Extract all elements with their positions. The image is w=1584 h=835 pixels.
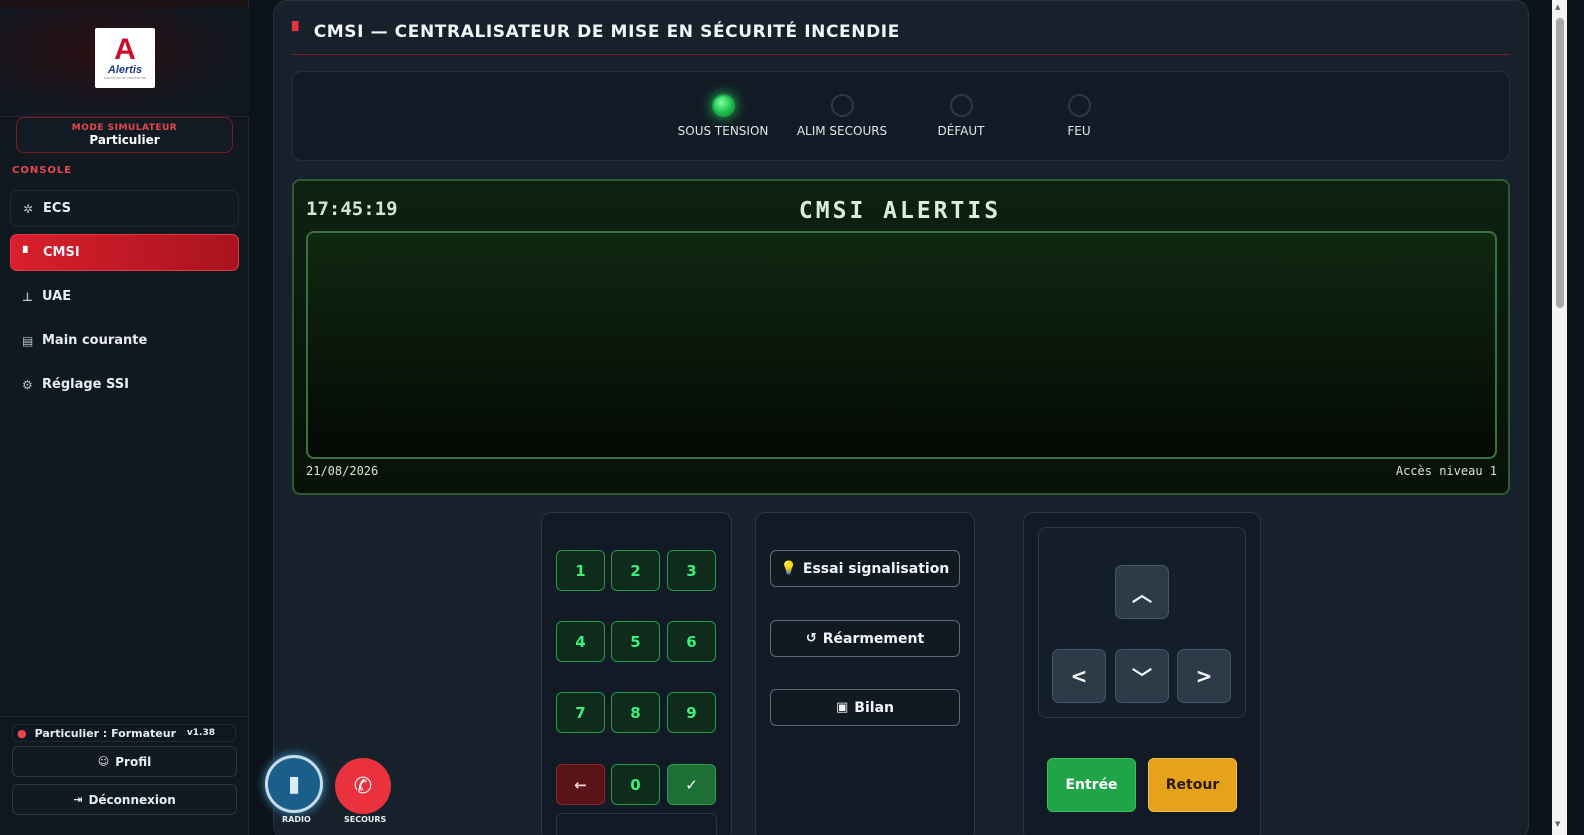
sitemap-icon: ⊥ — [22, 289, 33, 304]
lcd-title: CMSI ALERTIS — [798, 198, 1002, 224]
sidebar-item-cmsi[interactable]: ▘ CMSI — [10, 234, 239, 271]
led-label: ALIM SECOURS — [796, 124, 888, 138]
led-label: SOUS TENSION — [677, 124, 769, 138]
key-validate[interactable]: ✓ — [667, 764, 716, 805]
arrow-up-button[interactable]: ︿ — [1115, 565, 1169, 619]
lcd-access-level: Accès niveau 1 — [1395, 464, 1497, 478]
lcd-clock: 17:45:19 — [306, 198, 398, 220]
title-divider — [292, 54, 1510, 55]
scroll-up-icon[interactable]: ▲ — [1555, 3, 1560, 11]
logout-button[interactable]: ⇥ Déconnexion — [12, 784, 237, 815]
key-9[interactable]: 9 — [667, 692, 716, 733]
sidebar-item-ecs[interactable]: ✲ ECS — [10, 190, 239, 227]
clipboard-check-icon: ▣ — [836, 700, 849, 715]
fire-extinguisher-icon: ▘ — [23, 245, 33, 260]
chevron-left-icon: < — [1070, 664, 1088, 688]
sidebar-item-label: CMSI — [43, 245, 80, 260]
phone-icon: ✆ — [353, 773, 373, 799]
essai-label: Essai signalisation — [802, 560, 950, 577]
led-feu: FEU — [1019, 94, 1139, 138]
lcd-date: 21/08/2026 — [306, 464, 379, 478]
led-sous-tension: SOUS TENSION — [663, 94, 783, 138]
bilan-button[interactable]: ▣ Bilan — [770, 689, 960, 726]
key-backspace[interactable]: ← — [556, 764, 605, 805]
key-2[interactable]: 2 — [611, 550, 660, 591]
scroll-down-icon[interactable]: ▼ — [1555, 820, 1560, 828]
book-icon: ▤ — [22, 333, 34, 348]
radio-button[interactable]: ▮ — [265, 755, 323, 813]
led-label: FEU — [1067, 124, 1091, 138]
logo-subtitle: SOLUTIONS DE PRÉVENTION — [103, 76, 147, 80]
arrow-down-button[interactable]: ﹀ — [1115, 649, 1169, 703]
led-indicator — [1067, 94, 1091, 117]
walkie-talkie-icon: ▮ — [287, 771, 301, 797]
logout-label: Déconnexion — [88, 792, 176, 807]
key-6[interactable]: 6 — [667, 621, 716, 662]
essai-signalisation-button[interactable]: 💡 Essai signalisation — [770, 550, 960, 587]
key-5[interactable]: 5 — [611, 621, 660, 662]
scrollbar-thumb[interactable] — [1556, 18, 1564, 308]
lightbulb-icon: 💡 — [780, 561, 797, 576]
page-title-text: CMSI — CENTRALISATEUR DE MISE EN SÉCURIT… — [313, 22, 900, 42]
logout-icon: ⇥ — [73, 793, 83, 806]
sidebar-item-label: UAE — [42, 289, 72, 304]
user-icon: ● — [17, 726, 27, 740]
led-indicator — [949, 94, 973, 117]
rotate-left-icon: ↺ — [805, 631, 817, 646]
led-alim-secours: ALIM SECOURS — [782, 94, 902, 138]
version-label: v1.38 — [186, 728, 215, 738]
retour-button[interactable]: Retour — [1148, 758, 1237, 812]
key-3[interactable]: 3 — [667, 550, 716, 591]
key-0[interactable]: 0 — [611, 764, 660, 805]
user-name: Particulier : Formateur — [34, 726, 176, 740]
rearmement-button[interactable]: ↺ Réarmement — [770, 620, 960, 657]
keypad-extra-button[interactable] — [556, 813, 717, 835]
user-cog-icon: ☺ — [97, 755, 110, 768]
lcd-screen — [306, 231, 1497, 459]
arrow-right-button[interactable]: > — [1177, 649, 1231, 703]
key-8[interactable]: 8 — [611, 692, 660, 733]
bilan-label: Bilan — [854, 699, 894, 716]
logo-zone: A Alertis SOLUTIONS DE PRÉVENTION — [0, 7, 249, 117]
entree-button[interactable]: Entrée — [1047, 758, 1136, 812]
simulator-mode-badge[interactable]: MODE SIMULATEUR Particulier — [16, 117, 233, 153]
sidebar-item-uae[interactable]: ⊥ UAE — [10, 278, 239, 315]
led-indicator — [711, 94, 735, 117]
key-7[interactable]: 7 — [556, 692, 605, 733]
chevron-up-icon: ︿ — [1132, 581, 1152, 606]
sidebar-item-main-courante[interactable]: ▤ Main courante — [10, 322, 239, 359]
logo-letter: A — [114, 33, 136, 66]
radio-label: RADIO — [282, 815, 311, 824]
logo-text: Alertis — [107, 64, 143, 76]
chevron-right-icon: > — [1195, 664, 1213, 688]
console-section-label: CONSOLE — [12, 165, 73, 176]
page-title: ▘ CMSI — CENTRALISATEUR DE MISE EN SÉCUR… — [292, 20, 900, 44]
key-4[interactable]: 4 — [556, 621, 605, 662]
key-1[interactable]: 1 — [556, 550, 605, 591]
profil-button[interactable]: ☺ Profil — [12, 746, 237, 777]
secours-label: SECOURS — [344, 815, 387, 824]
led-indicator — [830, 94, 854, 117]
rearm-label: Réarmement — [822, 630, 925, 647]
led-defaut: DÉFAUT — [901, 94, 1021, 138]
profil-label: Profil — [115, 754, 152, 769]
fire-extinguisher-icon: ▘ — [292, 22, 306, 42]
chip-icon: ✲ — [23, 201, 34, 216]
alertis-logo[interactable]: A Alertis SOLUTIONS DE PRÉVENTION — [95, 28, 155, 88]
led-label: DÉFAUT — [937, 124, 985, 138]
mode-label: MODE SIMULATEUR — [71, 123, 178, 133]
sidebar-item-label: Main courante — [42, 333, 148, 348]
sidebar-item-reglage-ssi[interactable]: ⚙ Réglage SSI — [10, 366, 239, 403]
user-info: ● Particulier : Formateur v1.38 — [12, 724, 236, 742]
sidebar-item-label: ECS — [43, 201, 72, 216]
secours-button[interactable]: ✆ — [335, 758, 391, 814]
chevron-down-icon: ﹀ — [1132, 665, 1152, 690]
sidebar-item-label: Réglage SSI — [42, 377, 129, 392]
arrow-left-button[interactable]: < — [1052, 649, 1106, 703]
mode-value: Particulier — [89, 133, 160, 147]
gear-icon: ⚙ — [22, 377, 33, 392]
